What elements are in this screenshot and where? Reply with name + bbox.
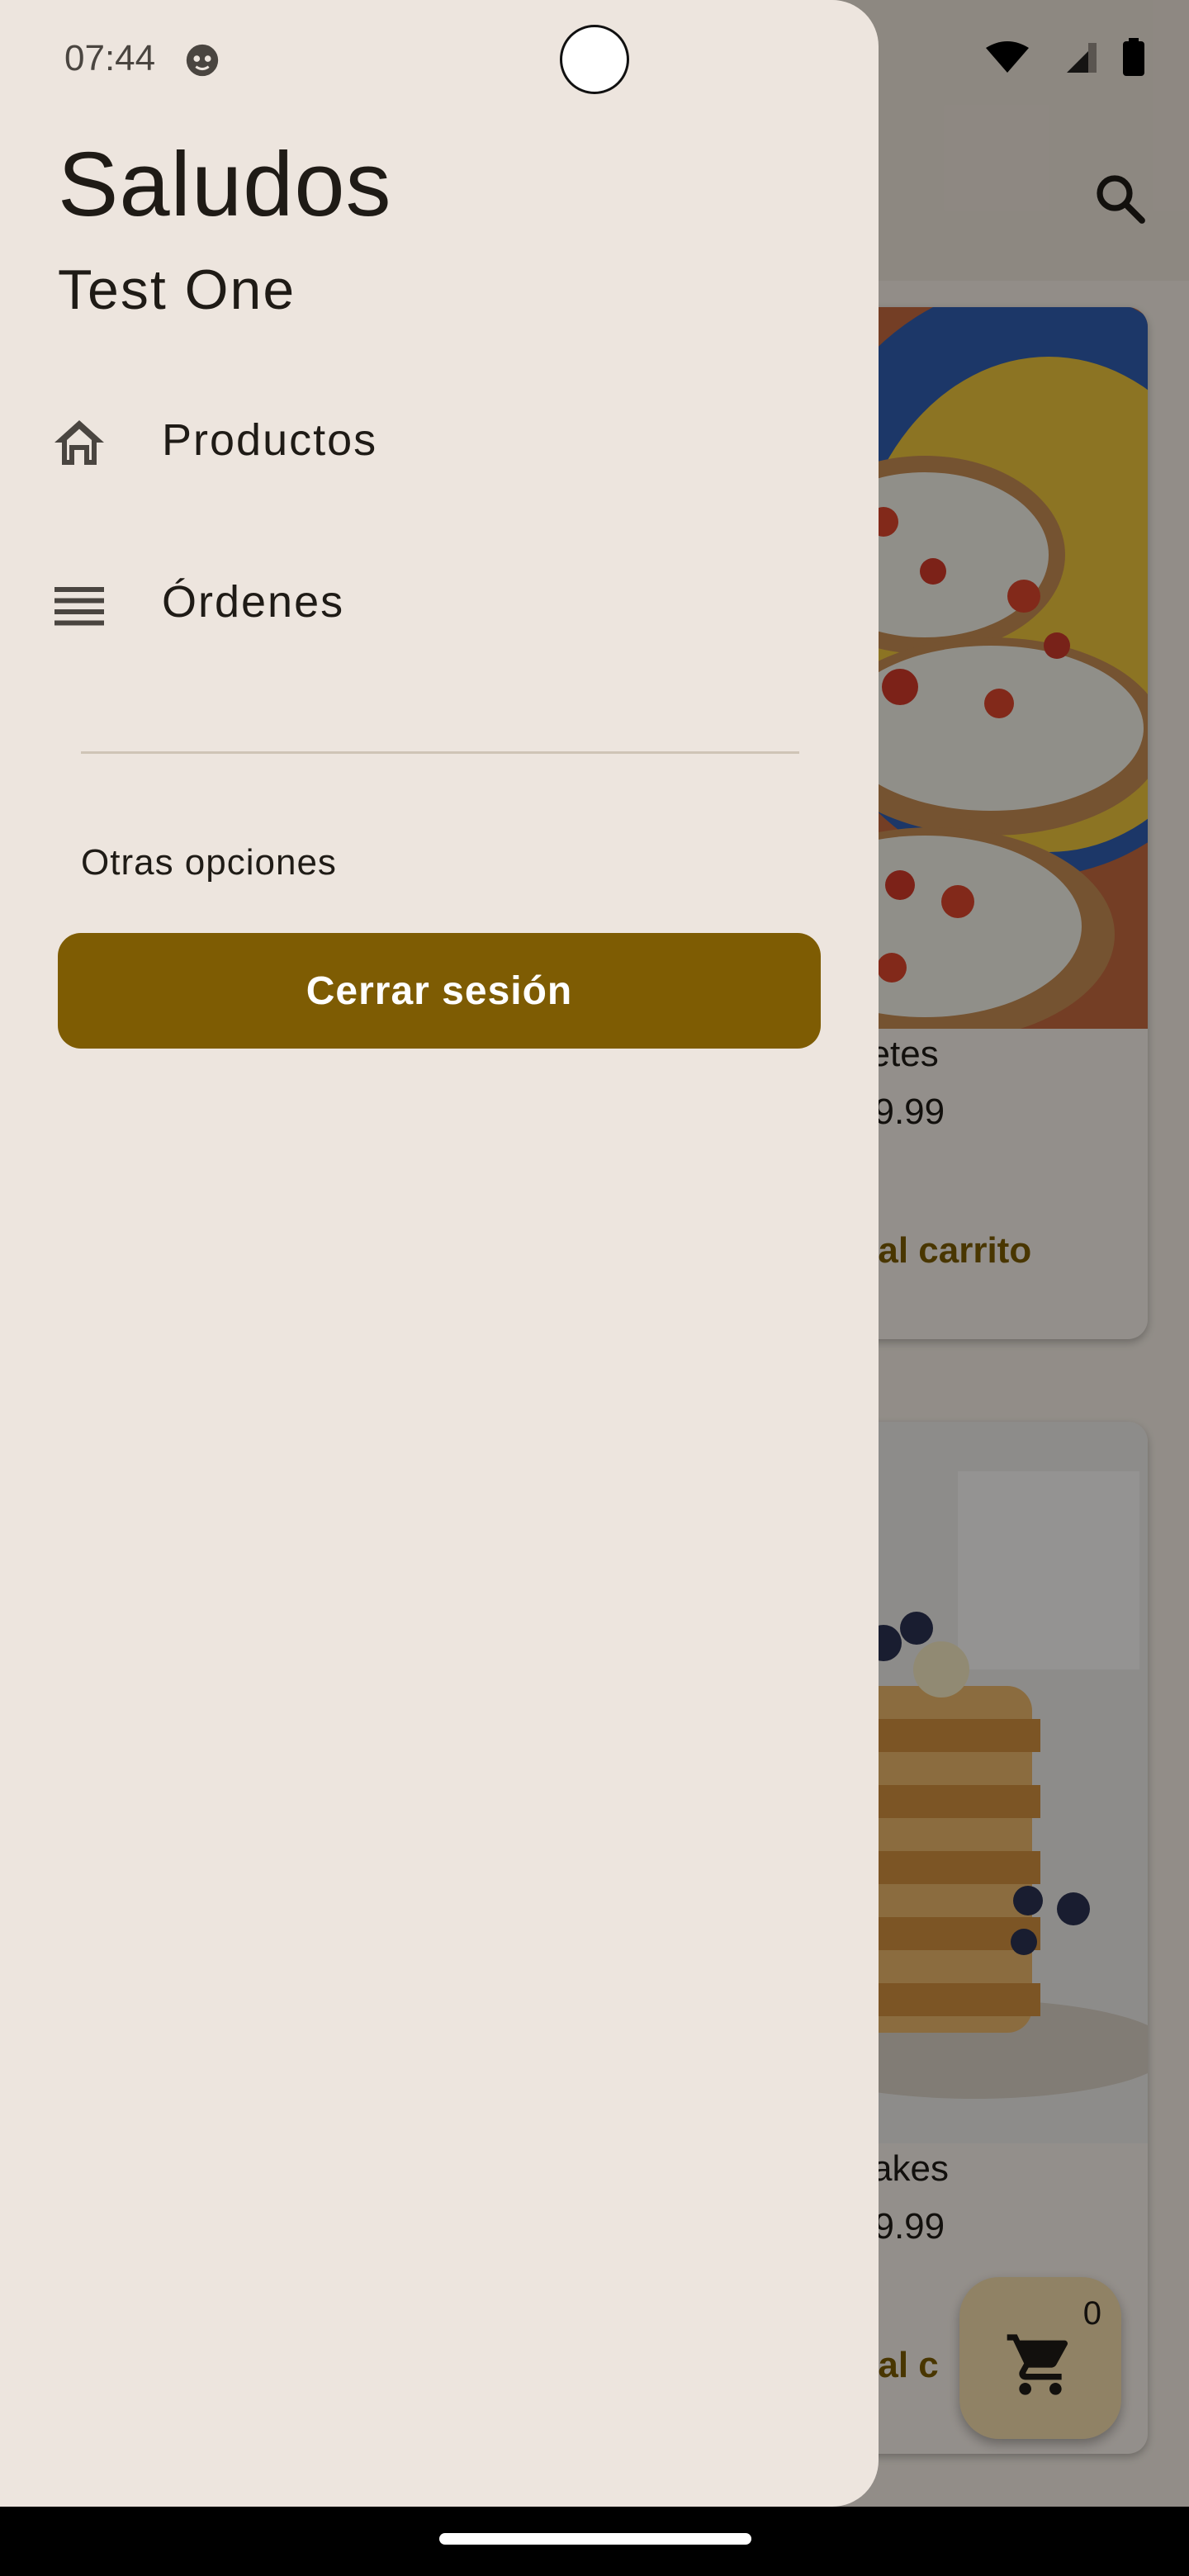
notification-app-icon bbox=[186, 44, 219, 77]
drawer-item-label: Órdenes bbox=[162, 577, 345, 627]
home-icon bbox=[54, 420, 104, 465]
camera-cutout bbox=[560, 25, 629, 94]
logout-button[interactable]: Cerrar sesión bbox=[58, 933, 821, 1049]
navigation-drawer: 07:44 Saludos Test One Productos Órdenes… bbox=[0, 0, 879, 2507]
drawer-user-name: Test One bbox=[58, 258, 296, 321]
battery-icon bbox=[1123, 41, 1144, 76]
wifi-icon bbox=[986, 41, 1029, 73]
status-icons bbox=[986, 38, 1144, 76]
drawer-item-productos[interactable]: Productos bbox=[0, 383, 879, 499]
list-icon bbox=[54, 587, 104, 626]
drawer-item-ordenes[interactable]: Órdenes bbox=[0, 545, 879, 661]
status-time: 07:44 bbox=[64, 38, 156, 78]
drawer-divider bbox=[81, 751, 799, 754]
drawer-greeting: Saludos bbox=[58, 134, 392, 235]
gesture-handle[interactable] bbox=[439, 2533, 751, 2545]
section-heading: Otras opciones bbox=[81, 842, 337, 883]
drawer-item-label: Productos bbox=[162, 415, 378, 465]
